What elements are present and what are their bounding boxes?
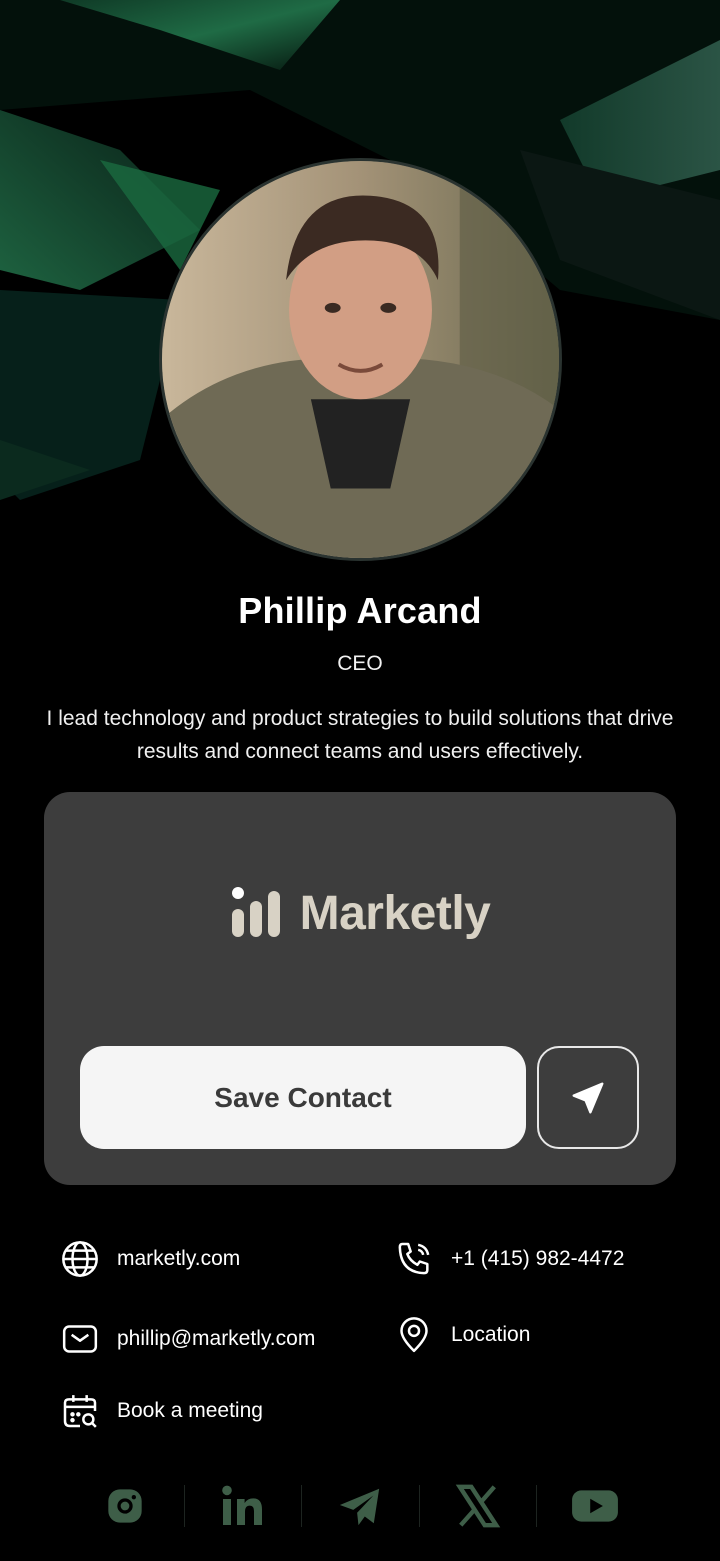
social-links [66, 1475, 654, 1537]
location-link[interactable]: Location [393, 1314, 530, 1356]
globe-icon [59, 1238, 101, 1280]
calendar-icon [59, 1390, 101, 1432]
telegram-link[interactable] [301, 1475, 419, 1537]
brand-name: Marketly [299, 886, 491, 940]
phone-link[interactable]: +1 (415) 982-4472 [393, 1238, 624, 1280]
bars-logo-icon [231, 887, 280, 937]
website-link[interactable]: marketly.com [59, 1238, 240, 1280]
location-icon [393, 1314, 435, 1356]
linkedin-icon [222, 1485, 263, 1525]
phone-label: +1 (415) 982-4472 [451, 1247, 625, 1270]
location-label: Location [451, 1323, 531, 1346]
profile-bio: I lead technology and product strategies… [46, 707, 674, 763]
linkedin-link[interactable] [183, 1475, 302, 1537]
profile-role: CEO [337, 652, 383, 675]
share-button[interactable] [537, 1046, 639, 1149]
brand-logo: Marketly [44, 878, 676, 948]
send-icon [572, 1082, 604, 1113]
telegram-icon [339, 1488, 380, 1526]
instagram-link[interactable] [66, 1475, 184, 1537]
profile-avatar [159, 158, 562, 561]
mail-icon [59, 1318, 101, 1360]
youtube-icon [572, 1490, 619, 1522]
x-link[interactable] [418, 1475, 537, 1537]
book-meeting-link[interactable]: Book a meeting [59, 1390, 263, 1432]
instagram-icon [108, 1489, 142, 1523]
save-contact-button[interactable]: Save Contact [80, 1046, 526, 1149]
profile-name: Phillip Arcand [238, 590, 482, 631]
phone-icon [393, 1238, 435, 1280]
business-card: Marketly Save Contact [44, 792, 676, 1185]
book-meeting-label: Book a meeting [117, 1399, 263, 1422]
email-link[interactable]: phillip@marketly.com [59, 1318, 315, 1360]
youtube-link[interactable] [536, 1475, 654, 1537]
website-label: marketly.com [117, 1247, 241, 1270]
x-icon [455, 1484, 500, 1528]
email-label: phillip@marketly.com [117, 1327, 316, 1350]
